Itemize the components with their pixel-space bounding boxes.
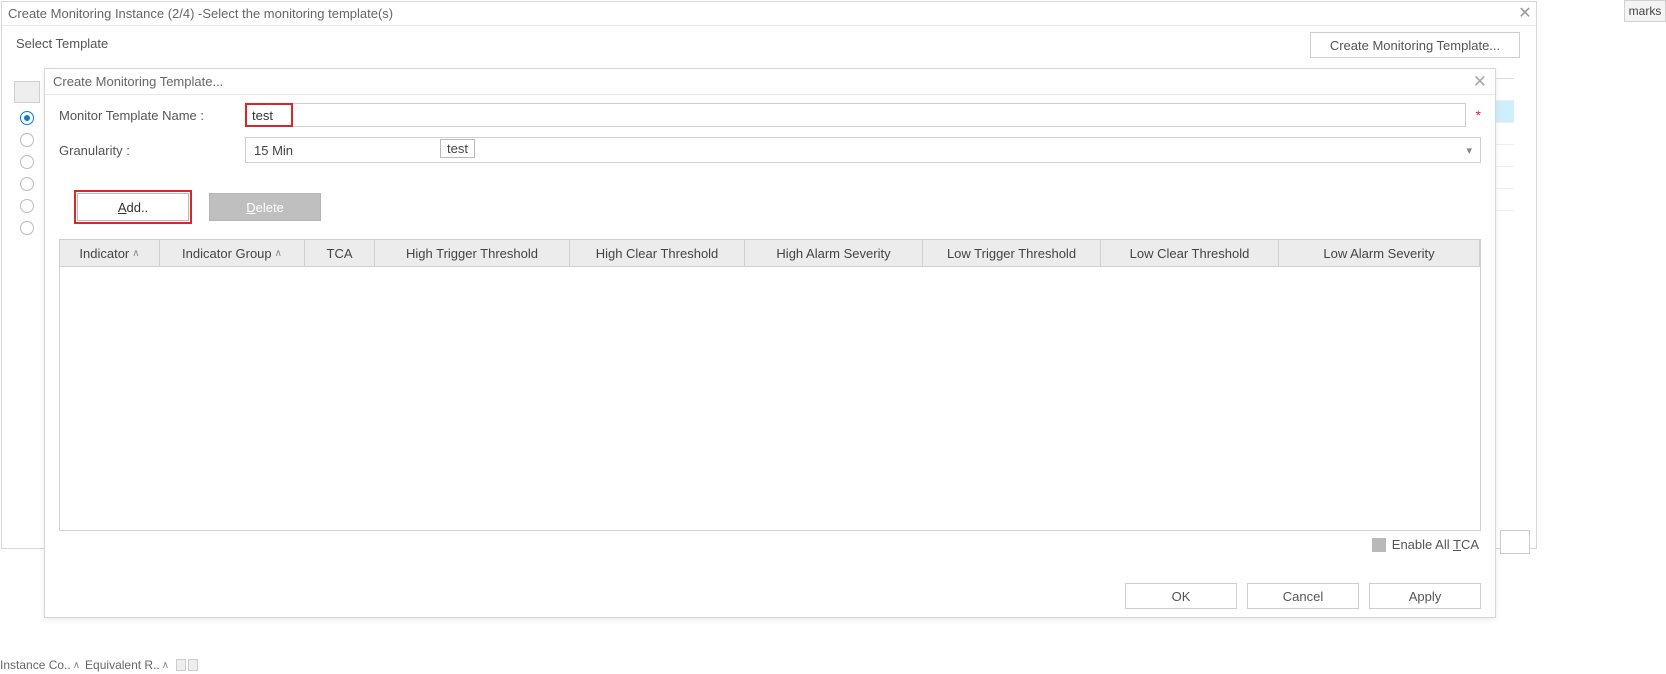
- indicator-grid: Indicator ∧ Indicator Group ∧ TCA High T…: [59, 239, 1481, 531]
- create-template-label: Create Monitoring Template...: [1330, 38, 1500, 53]
- radio-option[interactable]: [20, 111, 34, 125]
- granularity-value: 15 Min: [254, 143, 293, 158]
- close-icon[interactable]: ✕: [1473, 73, 1487, 90]
- grid-body: [60, 267, 1480, 531]
- bottom-col-instance-code[interactable]: Instance Co.. ∧: [0, 658, 80, 672]
- col-high-severity[interactable]: High Alarm Severity: [745, 240, 923, 266]
- granularity-dropdown[interactable]: 15 Min ▾ test: [245, 137, 1481, 163]
- sort-asc-icon: ∧: [73, 660, 80, 671]
- sort-asc-icon: ∧: [132, 248, 139, 259]
- col-high-clear[interactable]: High Clear Threshold: [570, 240, 745, 266]
- grip-icon: [176, 659, 186, 671]
- grip-icon: [188, 659, 198, 671]
- create-monitoring-template-button[interactable]: Create Monitoring Template...: [1310, 32, 1520, 58]
- radio-header: [14, 81, 40, 103]
- col-low-trigger[interactable]: Low Trigger Threshold: [923, 240, 1101, 266]
- sort-asc-icon: ∧: [275, 248, 282, 259]
- grid-header: Indicator ∧ Indicator Group ∧ TCA High T…: [60, 240, 1480, 267]
- tooltip-text: test: [447, 141, 468, 156]
- tab-remnant-label: marks: [1629, 4, 1662, 18]
- radio-option[interactable]: [20, 221, 34, 235]
- delete-button-label: Delete: [246, 200, 284, 215]
- bottom-col-label: Equivalent R..: [85, 658, 160, 672]
- enable-all-tca[interactable]: Enable All TCA: [45, 531, 1495, 552]
- add-button[interactable]: Add..: [77, 193, 189, 221]
- col-high-trigger[interactable]: High Trigger Threshold: [375, 240, 570, 266]
- bottom-col-label: Instance Co..: [0, 658, 71, 672]
- checkbox[interactable]: [1372, 538, 1386, 552]
- apply-button[interactable]: Apply: [1369, 583, 1481, 609]
- create-monitoring-template-dialog: Create Monitoring Template... ✕ Monitor …: [44, 68, 1496, 618]
- form-row-granularity: Granularity : 15 Min ▾ test: [45, 129, 1495, 165]
- chevron-down-icon: ▾: [1466, 144, 1472, 157]
- col-low-clear[interactable]: Low Clear Threshold: [1101, 240, 1279, 266]
- radio-option[interactable]: [20, 133, 34, 147]
- col-indicator[interactable]: Indicator ∧: [60, 240, 160, 266]
- dialog-titlebar: Create Monitoring Template... ✕: [45, 69, 1495, 95]
- granularity-label: Granularity :: [59, 143, 245, 158]
- col-low-severity[interactable]: Low Alarm Severity: [1279, 240, 1480, 266]
- radio-option[interactable]: [20, 177, 34, 191]
- delete-button[interactable]: Delete: [209, 193, 321, 221]
- cancel-label: Cancel: [1283, 589, 1323, 604]
- name-label: Monitor Template Name :: [59, 108, 245, 123]
- form-row-name: Monitor Template Name : *: [45, 95, 1495, 129]
- col-indicator-group[interactable]: Indicator Group ∧: [160, 240, 305, 266]
- ok-label: OK: [1172, 589, 1191, 604]
- apply-label: Apply: [1409, 589, 1442, 604]
- sort-asc-icon: ∧: [162, 660, 169, 671]
- radio-option[interactable]: [20, 155, 34, 169]
- required-mark: *: [1476, 107, 1481, 123]
- col-tca[interactable]: TCA: [305, 240, 375, 266]
- wizard-titlebar: Create Monitoring Instance (2/4) -Select…: [2, 2, 1536, 26]
- dialog-footer: OK Cancel Apply: [1125, 583, 1481, 609]
- ok-button[interactable]: OK: [1125, 583, 1237, 609]
- underlying-button-fragment[interactable]: [1500, 530, 1530, 554]
- template-name-input[interactable]: [245, 103, 1466, 127]
- close-icon[interactable]: ✕: [1514, 2, 1536, 26]
- template-radio-column: [14, 81, 40, 235]
- bottom-column-strip: Instance Co.. ∧ Equivalent R.. ∧: [0, 656, 198, 674]
- select-template-label: Select Template: [16, 36, 1522, 51]
- enable-all-label: Enable All TCA: [1392, 537, 1479, 552]
- add-button-label: Add..: [118, 200, 148, 215]
- bottom-col-equivalent-r[interactable]: Equivalent R.. ∧: [85, 658, 169, 672]
- button-row: Add.. Delete: [45, 165, 1495, 231]
- radio-option[interactable]: [20, 199, 34, 213]
- dialog-title-text: Create Monitoring Template...: [53, 69, 223, 95]
- tooltip: test: [440, 139, 475, 158]
- tab-remnant[interactable]: marks: [1624, 0, 1666, 22]
- cancel-button[interactable]: Cancel: [1247, 583, 1359, 609]
- wizard-title-text: Create Monitoring Instance (2/4) -Select…: [8, 2, 393, 26]
